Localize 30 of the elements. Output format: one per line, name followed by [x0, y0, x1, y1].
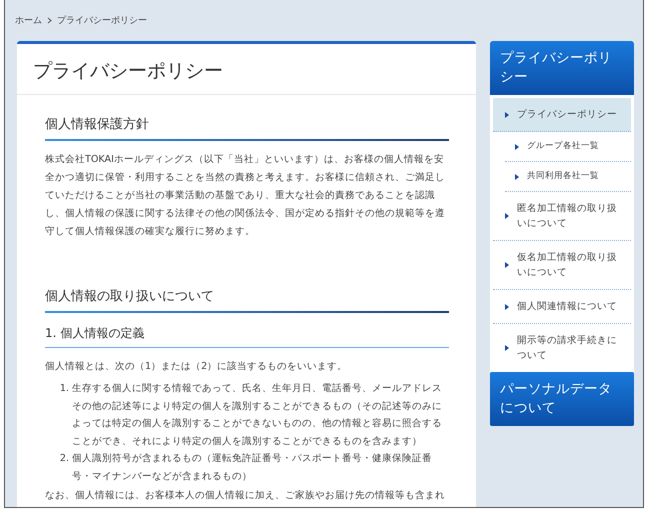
- bullet-icon: [515, 144, 519, 150]
- page-title: プライバシーポリシー: [17, 44, 476, 95]
- paragraph: なお、個人情報には、お客様本人の個人情報に加え、ご家族やお届け先の情報等も含まれ: [45, 489, 446, 503]
- section-heading: 個人情報保護方針: [45, 95, 449, 141]
- paragraph: 個人情報とは、次の（1）または（2）に該当するものをいいます。: [45, 360, 348, 374]
- paragraph: 株式会社TOKAIホールディングス（以下「当社」といいます）は、お客様の個人情報を安全かつ適切に保管・利用することを当然の責務と考えます。お客様に信頼され、ご満足していただけることが当社の事業活動の基盤であり、重大な社会的責務であることを認識し、個人情報の保護に関する法律その他の関係法令、国が定める指針その他の規範等を遵守して個人情報保護の確実な履行に努めます。: [45, 153, 446, 239]
- chevron-icon: [47, 17, 52, 24]
- sidebar-link[interactable]: 共同利用各社一覧: [505, 162, 631, 192]
- subsection-heading: 1. 個人情報の定義: [45, 313, 449, 348]
- sidebar-link[interactable]: 仮名加工情報の取り扱いについて: [493, 241, 631, 290]
- bullet-icon: [505, 345, 509, 351]
- list-item: 個人識別符号が含まれるもの（運転免許証番号・パスポート番号・健康保険証番号・マイナンバーなどが含まれるもの）: [72, 452, 433, 484]
- sidebar-heading[interactable]: パーソナルデータについて: [490, 372, 634, 426]
- list-number: 2.: [58, 452, 69, 466]
- sidebar-link[interactable]: 匿名加工情報の取り扱いについて: [493, 192, 631, 241]
- bullet-icon: [505, 304, 509, 310]
- bullet-icon: [505, 112, 509, 118]
- bullet-icon: [505, 213, 509, 219]
- sidebar-link[interactable]: 開示等の請求手続きについて: [493, 324, 631, 372]
- breadcrumb-link[interactable]: プライバシーポリシー: [57, 14, 147, 27]
- section-heading: 個人情報の取り扱いについて: [45, 267, 449, 313]
- sidebar-link[interactable]: 個人関連情報について: [493, 290, 631, 324]
- sidebar-link[interactable]: プライバシーポリシー: [493, 98, 631, 132]
- breadcrumb-link[interactable]: ホーム: [15, 14, 42, 27]
- bullet-icon: [505, 262, 509, 268]
- list-item: 生存する個人に関する情報であって、氏名、生年月日、電話番号、メールアドレスその他の記述等により特定の個人を識別することができるもの（その記述等のみによっては特定の個人を識別することができないものの、他の情報と容易に照合することができ、それにより特定の個人を識別することができるものを含みます）: [72, 382, 443, 448]
- sidebar-link[interactable]: グループ各社一覧: [505, 132, 631, 162]
- list-number: 1.: [58, 382, 69, 396]
- sidebar-heading[interactable]: プライバシーポリシー: [490, 41, 634, 95]
- bullet-icon: [515, 174, 519, 180]
